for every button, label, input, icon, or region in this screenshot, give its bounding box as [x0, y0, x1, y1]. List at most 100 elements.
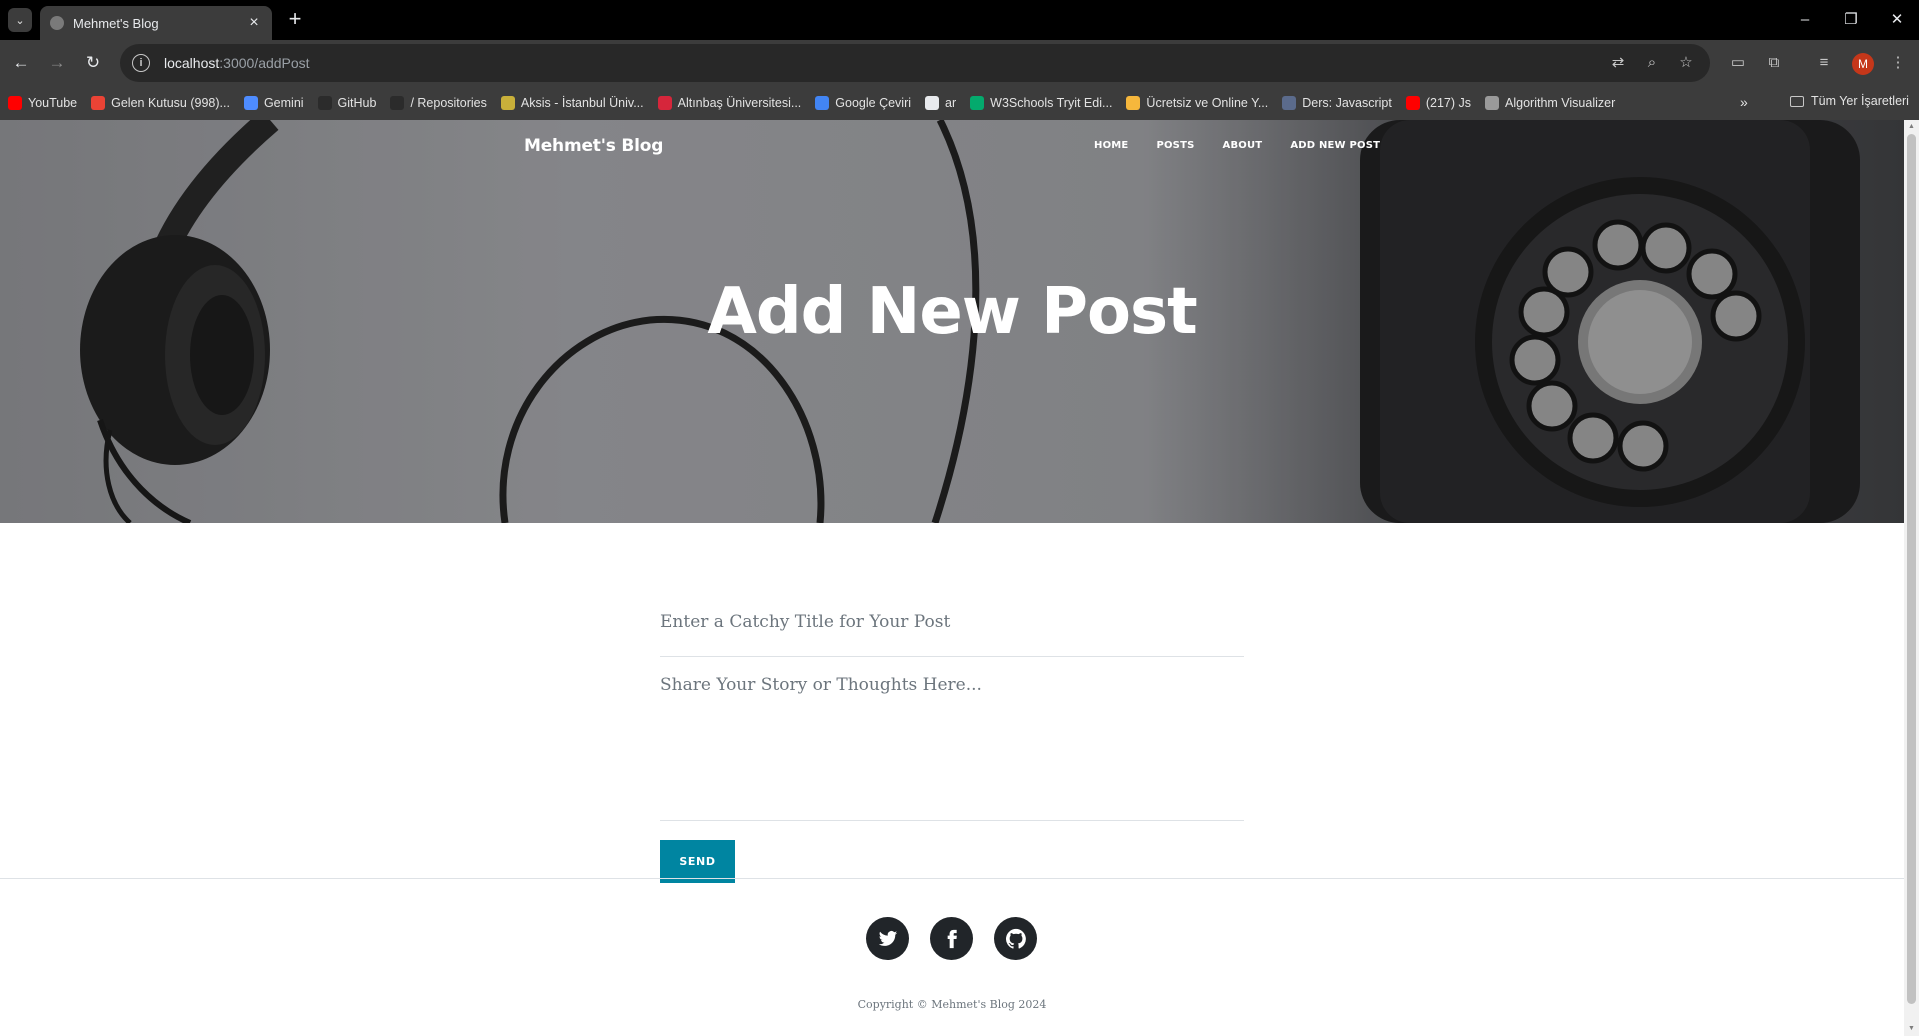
media-control-icon[interactable]: ≡ — [1812, 51, 1836, 75]
bookmark-label: Altınbaş Üniversitesi... — [677, 96, 802, 110]
bookmark-label: Gemini — [263, 96, 304, 110]
page-heading: Add New Post — [707, 275, 1197, 349]
profile-avatar[interactable]: M — [1852, 53, 1874, 75]
bookmark-label: ar — [945, 96, 957, 110]
bookmark-favicon-icon — [390, 96, 405, 110]
bookmark-item[interactable]: Gemini — [243, 96, 304, 110]
browser-tab[interactable]: Mehmet's Blog × — [40, 6, 272, 40]
facebook-link[interactable] — [930, 917, 973, 960]
bookmark-favicon-icon — [970, 96, 985, 110]
bookmark-item[interactable]: YouTube — [8, 96, 77, 110]
add-post-form: SEND — [660, 557, 1244, 883]
bookmark-label: YouTube — [28, 96, 78, 110]
bookmark-item[interactable]: Algorithm Visualizer — [1485, 96, 1615, 110]
nav-home[interactable]: HOME — [1094, 140, 1128, 151]
bookmark-item[interactable]: (217) Js — [1405, 96, 1472, 110]
site-navbar: Mehmet's Blog HOME POSTS ABOUT ADD NEW P… — [0, 120, 1904, 172]
bookmark-item[interactable]: Aksis - İstanbul Üniv... — [500, 96, 644, 110]
bookmark-item[interactable]: / Repositories — [390, 96, 487, 110]
bookmark-favicon-icon — [1485, 96, 1500, 110]
browser-tabstrip: ⌄ Mehmet's Blog × + – ❐ ✕ — [0, 0, 1919, 40]
scroll-up-icon[interactable]: ▲ — [1907, 123, 1916, 131]
github-link[interactable] — [994, 917, 1037, 960]
url-host: localhost — [164, 55, 220, 71]
twitter-icon — [878, 930, 897, 946]
bookmark-label: Ücretsiz ve Online Y... — [1146, 96, 1269, 110]
bookmark-label: Ders: Javascript — [1302, 96, 1392, 110]
site-brand[interactable]: Mehmet's Blog — [524, 136, 663, 156]
bookmark-item[interactable]: Ücretsiz ve Online Y... — [1126, 96, 1268, 110]
bookmark-favicon-icon — [91, 96, 106, 110]
url-text[interactable]: localhost:3000/addPost — [164, 55, 310, 71]
bookmark-label: Algorithm Visualizer — [1505, 96, 1616, 110]
new-tab-button[interactable]: + — [282, 7, 308, 33]
bookmark-label: W3Schools Tryit Edi... — [990, 96, 1113, 110]
site-footer: Copyright © Mehmet's Blog 2024 — [0, 878, 1904, 1036]
bookmark-item[interactable]: Google Çeviri — [815, 96, 911, 110]
bookmark-label: Aksis - İstanbul Üniv... — [520, 96, 644, 110]
close-window-button[interactable]: ✕ — [1882, 8, 1912, 32]
browser-toolbar: ← → ↻ i localhost:3000/addPost ⇄ ⌕ ☆ ▭ ⧉… — [0, 40, 1919, 86]
page-scrollbar[interactable]: ▲ ▼ — [1904, 120, 1919, 1036]
post-body-textarea[interactable] — [660, 657, 1244, 821]
bookmark-favicon-icon — [500, 96, 515, 110]
close-tab-icon[interactable]: × — [246, 14, 262, 32]
arrow-right-icon: → — [48, 53, 66, 72]
scroll-down-icon[interactable]: ▼ — [1907, 1025, 1916, 1033]
bookmark-item[interactable]: Ders: Javascript — [1282, 96, 1392, 110]
bookmark-item[interactable]: Gelen Kutusu (998)... — [91, 96, 230, 110]
folder-icon — [1790, 95, 1804, 107]
restore-button[interactable]: ❐ — [1836, 8, 1866, 32]
bookmark-favicon-icon — [815, 96, 830, 110]
bookmark-label: GitHub — [337, 96, 377, 110]
bookmark-item[interactable]: GitHub — [317, 96, 377, 110]
bookmark-label: Gelen Kutusu (998)... — [111, 96, 230, 110]
minimize-button[interactable]: – — [1790, 8, 1820, 32]
reload-button[interactable]: ↻ — [80, 50, 106, 76]
nav-add-new-post[interactable]: ADD NEW POST — [1290, 140, 1380, 151]
bookmark-item[interactable]: W3Schools Tryit Edi... — [970, 96, 1112, 110]
address-bar[interactable]: i localhost:3000/addPost ⇄ ⌕ ☆ — [120, 44, 1710, 82]
bookmark-favicon-icon — [1282, 96, 1297, 110]
kebab-menu-icon[interactable]: ⋮ — [1886, 51, 1910, 75]
extensions-icon[interactable]: ⧉ — [1762, 51, 1786, 75]
twitter-link[interactable] — [866, 917, 909, 960]
bookmark-favicon-icon — [317, 96, 332, 110]
forward-button[interactable]: → — [44, 50, 70, 76]
bookmark-label: (217) Js — [1425, 96, 1472, 110]
tab-search-button[interactable]: ⌄ — [8, 8, 32, 32]
all-bookmarks-folder[interactable]: Tüm Yer İşaretleri — [1790, 94, 1909, 108]
post-title-input[interactable] — [660, 557, 1244, 657]
scrollbar-thumb[interactable] — [1907, 134, 1916, 1004]
translate-icon[interactable]: ⇄ — [1608, 53, 1628, 73]
bookmark-favicon-icon — [243, 96, 258, 110]
all-bookmarks-label: Tüm Yer İşaretleri — [1811, 94, 1909, 108]
nav-about[interactable]: ABOUT — [1223, 140, 1263, 151]
bookmark-star-icon[interactable]: ☆ — [1676, 53, 1696, 73]
cast-icon[interactable]: ▭ — [1726, 51, 1750, 75]
nav-posts[interactable]: POSTS — [1156, 140, 1194, 151]
arrow-left-icon: ← — [12, 53, 30, 72]
bookmark-label: Google Çeviri — [835, 96, 912, 110]
send-button[interactable]: SEND — [660, 840, 735, 883]
zoom-icon[interactable]: ⌕ — [1642, 53, 1662, 73]
reload-icon: ↻ — [85, 53, 101, 72]
bookmark-item[interactable]: Altınbaş Üniversitesi... — [657, 96, 802, 110]
bookmark-favicon-icon — [925, 96, 940, 110]
bookmark-item[interactable]: ar — [925, 96, 956, 110]
github-icon — [1005, 928, 1026, 949]
bookmark-favicon-icon — [657, 96, 672, 110]
bookmark-label: / Repositories — [410, 96, 487, 110]
bookmark-favicon-icon — [8, 96, 22, 110]
chevron-down-icon: ⌄ — [15, 14, 25, 27]
site-info-icon[interactable]: i — [132, 54, 150, 72]
bookmarks-bar: YouTube Gelen Kutusu (998)... Gemini GitHub… — [0, 86, 1919, 120]
more-bookmarks-icon[interactable]: » — [1740, 94, 1748, 110]
back-button[interactable]: ← — [8, 50, 34, 76]
tab-title: Mehmet's Blog — [73, 15, 159, 31]
globe-icon — [50, 16, 64, 30]
copyright-text: Copyright © Mehmet's Blog 2024 — [857, 998, 1047, 1011]
url-path: :3000/addPost — [219, 55, 310, 71]
bookmark-favicon-icon — [1405, 96, 1420, 110]
facebook-icon — [947, 929, 957, 948]
